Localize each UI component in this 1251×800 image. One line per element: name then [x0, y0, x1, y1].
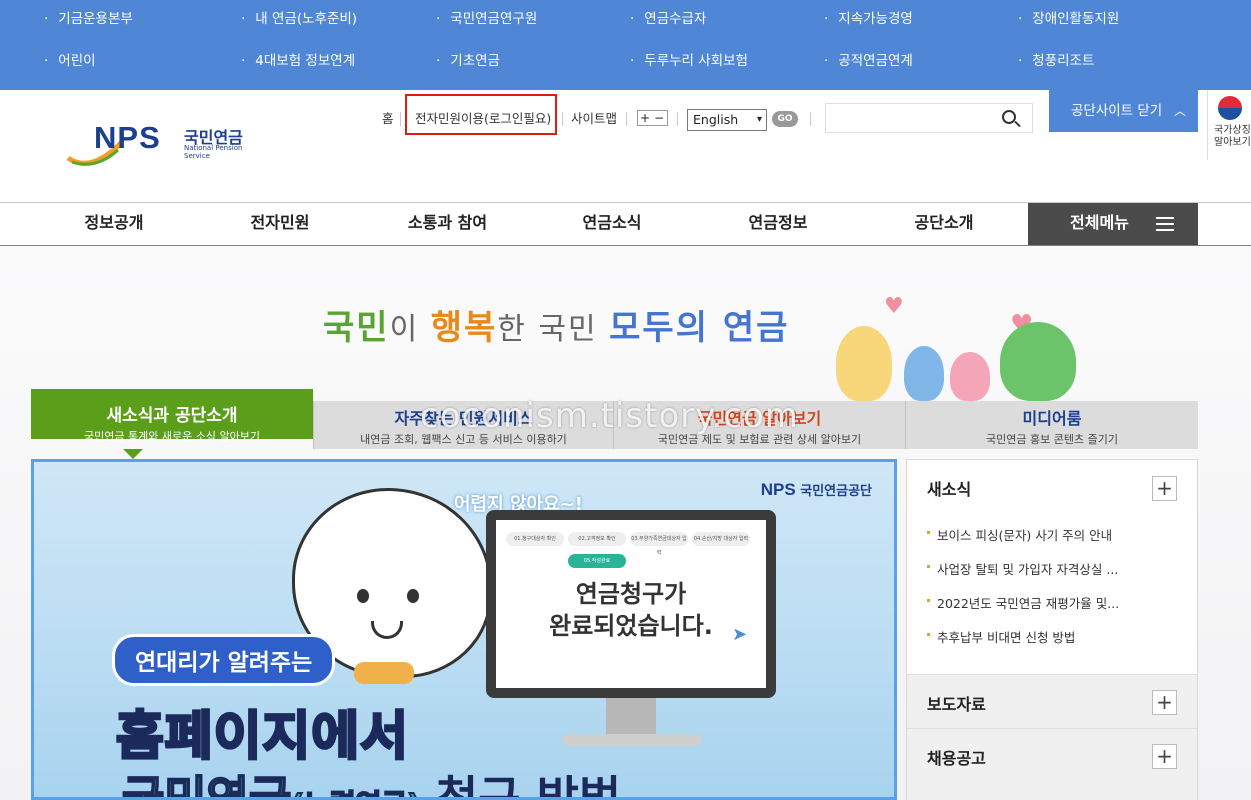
- press-more-button[interactable]: +: [1152, 690, 1177, 715]
- divider: [626, 112, 627, 126]
- divider: [400, 112, 401, 126]
- cursor-icon: ➤: [732, 624, 748, 645]
- news-item[interactable]: 추후납부 비대면 신청 방법: [926, 627, 1075, 646]
- all-menu-label: 전체메뉴: [1070, 213, 1129, 232]
- banner-pill-label: 연대리가 알려주는: [112, 634, 336, 686]
- hero-section: 국민이 행복한 국민 모두의 연금 ♥ ♥ 새소식과 공단소개 국민연금 통계와…: [0, 246, 1251, 800]
- nav-item-pension-news[interactable]: 연금소식: [562, 203, 662, 245]
- login-link[interactable]: 전자민원이용(로그인필요): [415, 108, 551, 138]
- family-site-link[interactable]: 연금수급자: [630, 10, 706, 28]
- step-complete-badge: 05.작성완료: [568, 554, 626, 568]
- chevron-down-icon: ▾: [756, 114, 762, 125]
- recruitment-section: 채용공고 +: [907, 728, 1197, 800]
- search-input[interactable]: [825, 103, 1033, 133]
- zoom-in-button[interactable]: +: [638, 111, 652, 125]
- zoom-out-button[interactable]: −: [652, 111, 666, 125]
- news-panel: 새소식 + 보이스 피싱(문자) 사기 주의 안내 사업장 탈퇴 및 가입자 자…: [906, 459, 1198, 800]
- nav-item-about[interactable]: 공단소개: [894, 203, 994, 245]
- active-tab-pointer: [123, 449, 143, 459]
- sitemap-link[interactable]: 사이트맵: [571, 108, 617, 138]
- family-illustration: ♥ ♥: [830, 286, 1090, 401]
- banner-headline: 홈페이지에서: [114, 706, 410, 769]
- news-item[interactable]: 보이스 피싱(문자) 사기 주의 안내: [926, 525, 1112, 544]
- divider: [562, 112, 563, 126]
- family-site-link[interactable]: 두루누리 사회보험: [630, 52, 748, 70]
- child-figure: [950, 352, 990, 401]
- language-go-button[interactable]: GO: [772, 111, 798, 127]
- family-site-link[interactable]: 기초연금: [436, 52, 500, 70]
- close-site-label: 공단사이트 닫기: [1071, 103, 1163, 119]
- heart-icon: ♥: [884, 294, 904, 319]
- press-release-section: 보도자료 +: [907, 674, 1197, 728]
- nav-item-pension-info[interactable]: 연금정보: [728, 203, 828, 245]
- news-item[interactable]: 2022년도 국민연금 재평가율 및...: [926, 593, 1119, 612]
- family-site-link[interactable]: 청풍리조트: [1018, 52, 1094, 70]
- divider: [677, 112, 678, 126]
- zoom-control: + −: [637, 110, 668, 126]
- father-figure: [1000, 322, 1076, 401]
- monitor-stand: [606, 698, 656, 738]
- monitor-base: [562, 734, 702, 746]
- recruitment-title: 채용공고: [927, 749, 986, 768]
- site-header: NPS 국민연금 National Pension Service 홈 전자민원…: [0, 90, 1251, 202]
- news-item[interactable]: 사업장 탈퇴 및 가입자 자격상실 ...: [926, 559, 1118, 578]
- watermark: coconism.tistory.com: [420, 396, 799, 436]
- divider: [810, 112, 811, 126]
- banner-headline-2: 국민연금(노령연금) 청구 방법: [121, 770, 622, 800]
- nav-item-info-disclosure[interactable]: 정보공개: [64, 203, 164, 245]
- language-value: English: [693, 112, 739, 127]
- family-site-link[interactable]: 내 연금(노후준비): [241, 10, 357, 28]
- tab-media-room[interactable]: 미디어룸 국민연금 홍보 콘텐츠 즐기기: [905, 401, 1198, 449]
- search-icon[interactable]: [1002, 110, 1016, 124]
- close-site-button[interactable]: 공단사이트 닫기 ︿: [1049, 90, 1198, 132]
- hero-slogan: 국민이 행복한 국민 모두의 연금: [323, 308, 790, 348]
- monitor-screen: 01.청구대상자 확인 02.고객정보 확인 03.부양가족연금대상자 입력 0…: [486, 510, 776, 698]
- banner-logo: NPS 국민연금공단: [760, 480, 872, 499]
- logo-name-en: National Pension Service: [184, 144, 243, 160]
- nav-item-e-petition[interactable]: 전자민원: [230, 203, 330, 245]
- family-site-link[interactable]: 지속가능경영: [824, 10, 913, 28]
- family-site-link[interactable]: 공적연금연계: [824, 52, 913, 70]
- tab-news-about[interactable]: 새소식과 공단소개 국민연금 통계와 새로운 소식 알아보기: [31, 389, 313, 443]
- promo-banner[interactable]: NPS 국민연금공단 어렵지 않아요~! 01.청구대상자 확인 02.고객정보…: [31, 459, 897, 800]
- press-release-title: 보도자료: [927, 695, 986, 714]
- eye: [407, 589, 419, 603]
- character-scarf: [354, 662, 414, 684]
- taegukgi-icon: [1218, 96, 1242, 120]
- family-site-link[interactable]: 국민연금연구원: [436, 10, 537, 28]
- eye: [357, 589, 369, 603]
- nav-item-communication[interactable]: 소통과 참여: [390, 203, 505, 245]
- news-more-button[interactable]: +: [1152, 476, 1177, 501]
- language-select[interactable]: English ▾: [687, 109, 767, 131]
- home-link[interactable]: 홈: [382, 108, 394, 138]
- mother-figure: [836, 326, 892, 401]
- family-site-link[interactable]: 장애인활동지원: [1018, 10, 1119, 28]
- mouth: [371, 621, 403, 639]
- chevron-up-icon: ︿: [1173, 104, 1186, 118]
- screen-message: 연금청구가 완료되었습니다.: [549, 580, 713, 640]
- national-symbol-link[interactable]: 국가상징 알아보기: [1207, 90, 1251, 160]
- national-symbol-label: 국가상징 알아보기: [1214, 125, 1251, 148]
- child-figure: [904, 346, 944, 401]
- logo-brand: NPS: [94, 120, 161, 155]
- progress-steps: 01.청구대상자 확인 02.고객정보 확인 03.부양가족연금대상자 입력 0…: [506, 532, 758, 556]
- news-title: 새소식: [927, 480, 972, 499]
- all-menu-button[interactable]: 전체메뉴: [1028, 203, 1198, 245]
- nps-logo[interactable]: NPS 국민연금 National Pension Service: [66, 120, 266, 172]
- family-site-link[interactable]: 기금운용본부: [44, 10, 133, 28]
- family-site-bar: 기금운용본부 내 연금(노후준비) 국민연금연구원 연금수급자 지속가능경영 장…: [0, 0, 1251, 90]
- family-site-link[interactable]: 4대보험 정보연계: [241, 52, 355, 70]
- hamburger-icon: [1156, 217, 1174, 231]
- main-navigation: 정보공개 전자민원 소통과 참여 연금소식 연금정보 공단소개 전체메뉴: [0, 202, 1251, 246]
- recruitment-more-button[interactable]: +: [1152, 744, 1177, 769]
- nps-homepage: 기금운용본부 내 연금(노후준비) 국민연금연구원 연금수급자 지속가능경영 장…: [0, 0, 1251, 800]
- family-site-link[interactable]: 어린이: [44, 52, 95, 70]
